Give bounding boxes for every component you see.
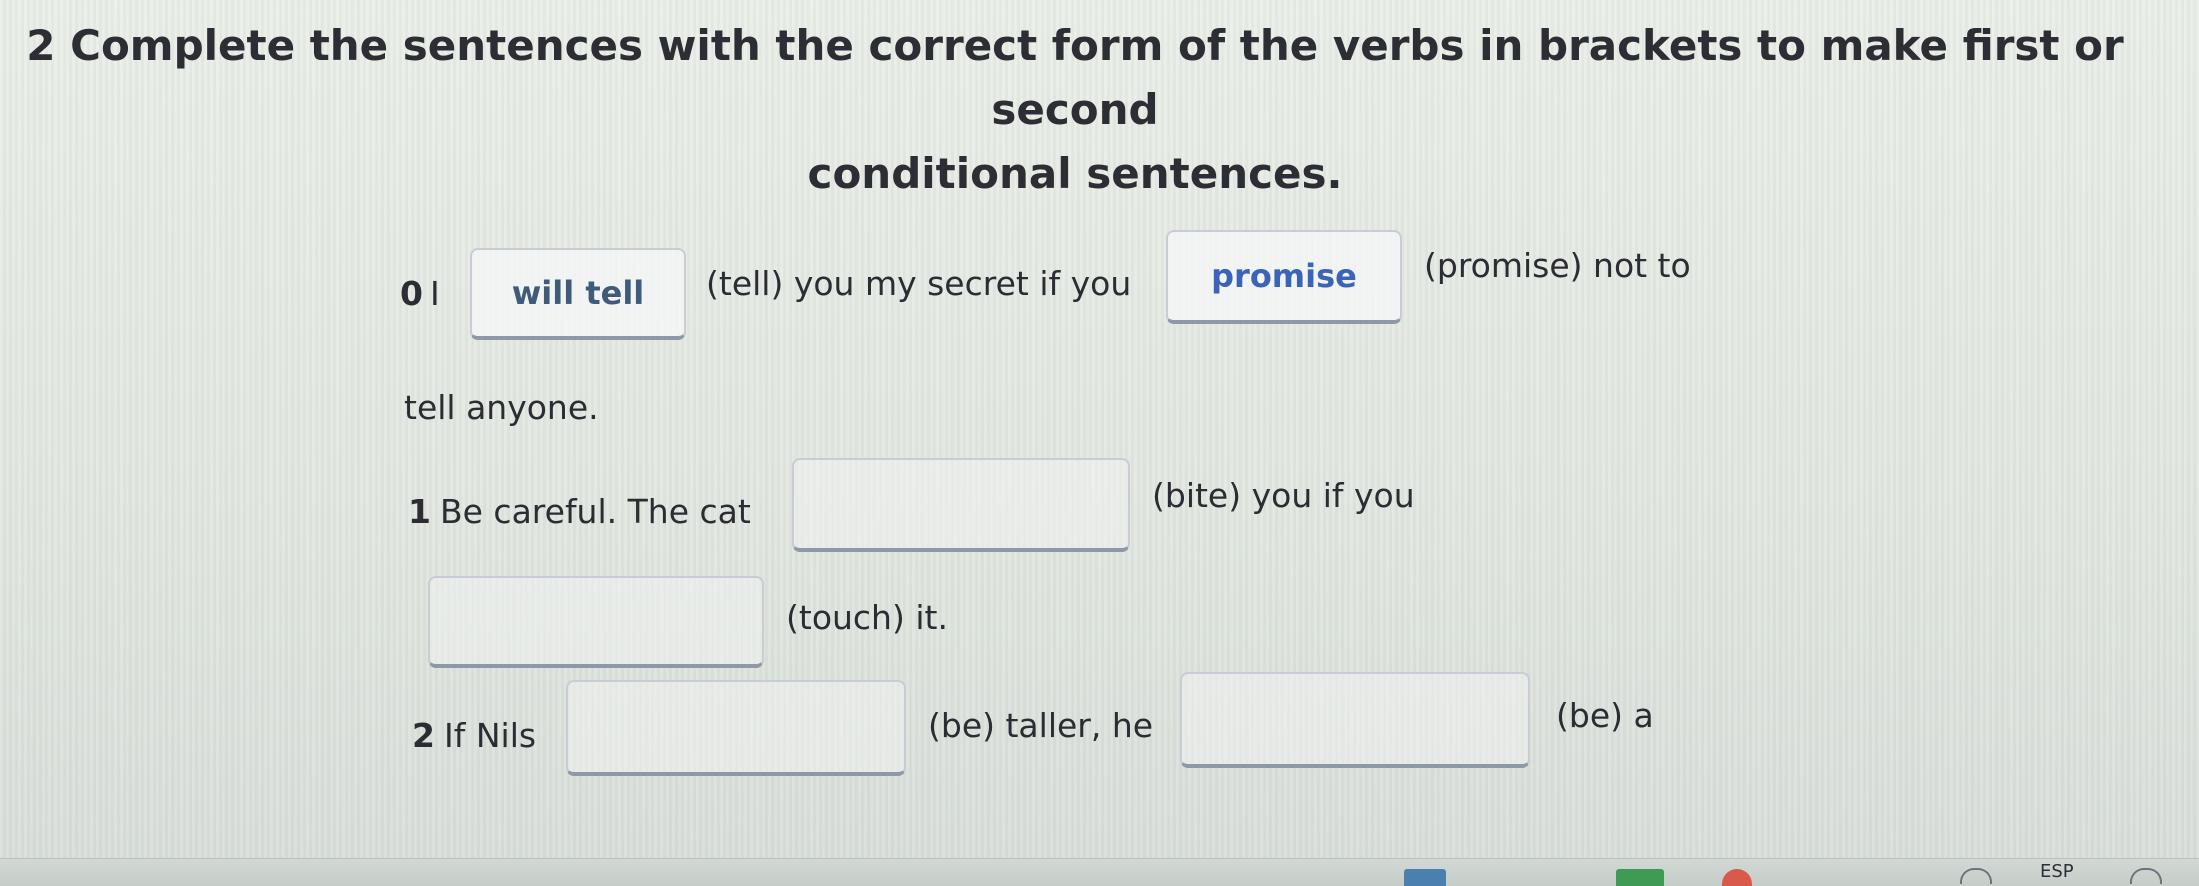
sentence-1-answer-1[interactable] — [792, 458, 1130, 552]
exercise-page: 2 Complete the sentences with the correc… — [0, 0, 2199, 860]
sentence-0-start: I — [430, 274, 440, 313]
sentence-2-answer-1[interactable] — [566, 680, 906, 776]
taskbar-app-icon[interactable] — [1722, 869, 1752, 886]
sentence-1-answer-2[interactable] — [428, 576, 764, 668]
taskbar-app-icon[interactable] — [1616, 869, 1664, 886]
sentence-2-start: If Nils — [444, 716, 537, 755]
sentence-0-text-2: (promise) not to — [1424, 246, 1691, 285]
sentence-0-number: 0 — [400, 274, 423, 313]
wifi-icon[interactable] — [2130, 868, 2162, 884]
sentence-0-text-1: (tell) you my secret if you — [706, 264, 1132, 303]
sentence-1-text-1: (bite) you if you — [1152, 476, 1415, 515]
sentence-2-answer-2[interactable] — [1180, 672, 1530, 768]
sentence-1-number: 1 — [408, 492, 431, 531]
sentence-2-text-1: (be) taller, he — [928, 706, 1154, 745]
instructions-line-1: 2 Complete the sentences with the correc… — [26, 21, 2124, 134]
chevron-up-icon[interactable] — [1960, 868, 1992, 884]
sentence-2-text-2: (be) a — [1556, 696, 1654, 735]
instructions-line-2: conditional sentences. — [807, 149, 1343, 198]
sentence-0-answer-2[interactable]: promise — [1166, 230, 1402, 324]
taskbar-app-icon[interactable] — [1404, 869, 1446, 886]
exercise-instructions: 2 Complete the sentences with the correc… — [0, 14, 2150, 206]
taskbar: ESP — [0, 858, 2199, 886]
sentence-0-text-3: tell anyone. — [404, 388, 599, 427]
language-indicator[interactable]: ESP — [2040, 861, 2074, 882]
sentence-1-text-2: (touch) it. — [786, 598, 948, 637]
sentence-2-number: 2 — [412, 716, 435, 755]
sentence-0-answer-1[interactable]: will tell — [470, 248, 686, 340]
sentence-1-start: Be careful. The cat — [440, 492, 751, 531]
